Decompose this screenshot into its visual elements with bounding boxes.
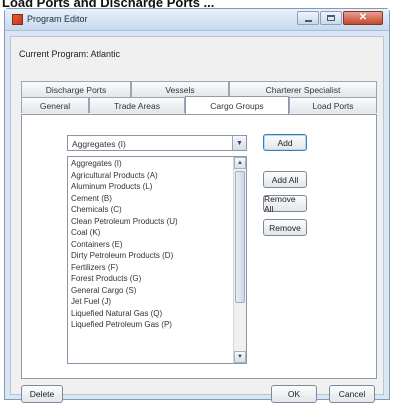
- close-button[interactable]: ✕: [343, 11, 383, 25]
- list-item[interactable]: Jet Fuel (J): [68, 296, 234, 308]
- list-item[interactable]: Coal (K): [68, 227, 234, 239]
- list-item[interactable]: Containers (E): [68, 239, 234, 251]
- list-item[interactable]: Dirty Petroleum Products (D): [68, 250, 234, 262]
- delete-button[interactable]: Delete: [21, 385, 63, 403]
- add-button[interactable]: Add: [263, 134, 307, 151]
- remove-button[interactable]: Remove: [263, 219, 307, 236]
- cargo-groups-list: Aggregates (I) Agricultural Products (A)…: [68, 158, 234, 331]
- cargo-group-dropdown-value: Aggregates (I): [72, 139, 126, 149]
- list-scrollbar[interactable]: ▲ ▼: [233, 157, 246, 363]
- dialog-content: Current Program: Atlantic Discharge Port…: [10, 36, 384, 403]
- list-item[interactable]: General Cargo (S): [68, 285, 234, 297]
- list-item[interactable]: Clean Petroleum Products (U): [68, 216, 234, 228]
- minimize-button[interactable]: [297, 11, 319, 25]
- maximize-icon: [327, 15, 335, 21]
- window-title: Program Editor: [27, 14, 88, 24]
- window-controls: ✕: [297, 11, 383, 25]
- list-item[interactable]: Cement (B): [68, 193, 234, 205]
- tab-trade-areas[interactable]: Trade Areas: [89, 97, 185, 113]
- cancel-button[interactable]: Cancel: [329, 385, 375, 403]
- list-item[interactable]: Fertilizers (F): [68, 262, 234, 274]
- current-program-label: Current Program: Atlantic: [19, 49, 121, 59]
- minimize-icon: [304, 19, 312, 22]
- list-item[interactable]: Forest Products (G): [68, 273, 234, 285]
- cargo-group-dropdown[interactable]: Aggregates (I) ▼: [67, 135, 247, 151]
- add-all-button[interactable]: Add All: [263, 171, 307, 188]
- tab-load-ports[interactable]: Load Ports: [289, 97, 377, 113]
- list-item[interactable]: Chemicals (C): [68, 204, 234, 216]
- tab-charterer-specialist[interactable]: Charterer Specialist: [229, 81, 377, 97]
- tab-cargo-groups[interactable]: Cargo Groups: [185, 96, 289, 114]
- list-item[interactable]: Aluminum Products (L): [68, 181, 234, 193]
- app-icon: [12, 14, 23, 25]
- tab-discharge-ports[interactable]: Discharge Ports: [21, 81, 131, 97]
- cargo-groups-listbox[interactable]: Aggregates (I) Agricultural Products (A)…: [67, 156, 247, 364]
- title-bar[interactable]: Program Editor ✕: [5, 9, 389, 31]
- list-item[interactable]: Liquefied Petroleum Gas (P): [68, 319, 234, 331]
- close-icon: ✕: [358, 12, 368, 23]
- list-item[interactable]: Agricultural Products (A): [68, 170, 234, 182]
- tab-general[interactable]: General: [21, 97, 89, 113]
- list-item[interactable]: Liquefied Natural Gas (Q): [68, 308, 234, 320]
- scroll-down-icon[interactable]: ▼: [234, 351, 246, 363]
- tab-vessels[interactable]: Vessels: [131, 81, 229, 97]
- scroll-thumb[interactable]: [235, 171, 245, 303]
- maximize-button[interactable]: [320, 11, 342, 25]
- ok-button[interactable]: OK: [271, 385, 317, 403]
- list-item[interactable]: Aggregates (I): [68, 158, 234, 170]
- scroll-up-icon[interactable]: ▲: [234, 157, 246, 169]
- program-editor-window: Program Editor ✕ Current Program: Atlant…: [4, 8, 390, 403]
- chevron-down-icon[interactable]: ▼: [232, 136, 246, 150]
- cargo-groups-panel: Aggregates (I) ▼ Aggregates (I) Agricult…: [21, 114, 377, 379]
- remove-all-button[interactable]: Remove All: [263, 194, 307, 214]
